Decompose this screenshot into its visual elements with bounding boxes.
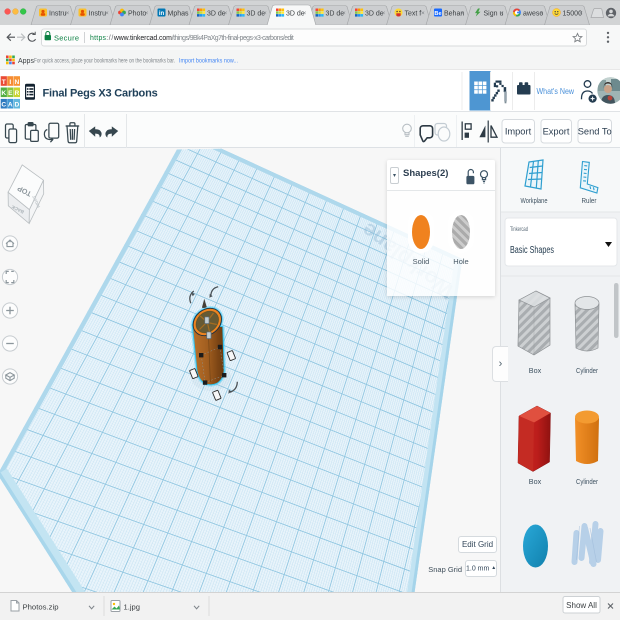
- svg-text:Cylinder: Cylinder: [576, 366, 598, 375]
- svg-text:×: ×: [540, 10, 544, 17]
- svg-text:Secure: Secure: [54, 33, 79, 42]
- svg-text:K: K: [1, 90, 6, 97]
- svg-text:Show All: Show All: [566, 601, 597, 610]
- svg-text:Workplane: Workplane: [521, 198, 548, 205]
- svg-text:https://www.tinkercad.com/thin: https://www.tinkercad.com/things/9Bk4PaX…: [90, 35, 294, 42]
- svg-text:A: A: [8, 102, 13, 109]
- svg-text:×: ×: [66, 10, 70, 17]
- svg-text:×: ×: [382, 10, 386, 17]
- svg-text:Photos.zip: Photos.zip: [23, 602, 59, 611]
- svg-text:×: ×: [579, 10, 583, 17]
- svg-text:N: N: [15, 79, 20, 86]
- svg-text:Tinkercad: Tinkercad: [510, 226, 528, 233]
- svg-text:1.jpg: 1.jpg: [124, 602, 140, 611]
- svg-text:What's New: What's New: [537, 86, 575, 96]
- svg-text:Box: Box: [529, 366, 542, 375]
- svg-text:×: ×: [342, 10, 346, 17]
- svg-text:×: ×: [461, 10, 465, 17]
- svg-text:Export: Export: [543, 127, 570, 137]
- svg-text:Box: Box: [529, 477, 542, 486]
- svg-text:Text f: Text f: [405, 10, 422, 17]
- svg-text:Import: Import: [505, 127, 532, 137]
- svg-text:Be: Be: [434, 11, 441, 17]
- svg-text:in: in: [159, 11, 165, 17]
- svg-text:Cylinder: Cylinder: [576, 477, 598, 486]
- svg-text:I: I: [9, 79, 11, 86]
- svg-text:Import bookmarks now...: Import bookmarks now...: [179, 58, 238, 65]
- svg-text:Instru: Instru: [89, 10, 107, 17]
- svg-text:R: R: [15, 90, 20, 97]
- svg-text:C: C: [1, 102, 6, 109]
- svg-text:T: T: [2, 79, 6, 86]
- svg-text:Final Pegs X3 Carbons: Final Pegs X3 Carbons: [43, 87, 158, 99]
- svg-text:×: ×: [500, 10, 504, 17]
- svg-text:D: D: [15, 102, 20, 109]
- svg-text:×: ×: [303, 10, 307, 17]
- svg-text:×: ×: [263, 10, 267, 17]
- svg-text:Apps: Apps: [18, 58, 34, 65]
- svg-text:E: E: [8, 90, 13, 97]
- svg-text:×: ×: [105, 10, 109, 17]
- svg-text:×: ×: [421, 10, 425, 17]
- svg-text:Send To: Send To: [578, 127, 612, 137]
- svg-text:Ruler: Ruler: [582, 198, 598, 205]
- svg-text:×: ×: [184, 10, 188, 17]
- svg-text:×: ×: [145, 10, 149, 17]
- svg-text:Instru: Instru: [49, 10, 67, 17]
- svg-text:×: ×: [224, 10, 228, 17]
- svg-text:For quick access, place your b: For quick access, place your bookmarks h…: [34, 58, 175, 65]
- svg-text:Basic Shapes: Basic Shapes: [510, 245, 554, 256]
